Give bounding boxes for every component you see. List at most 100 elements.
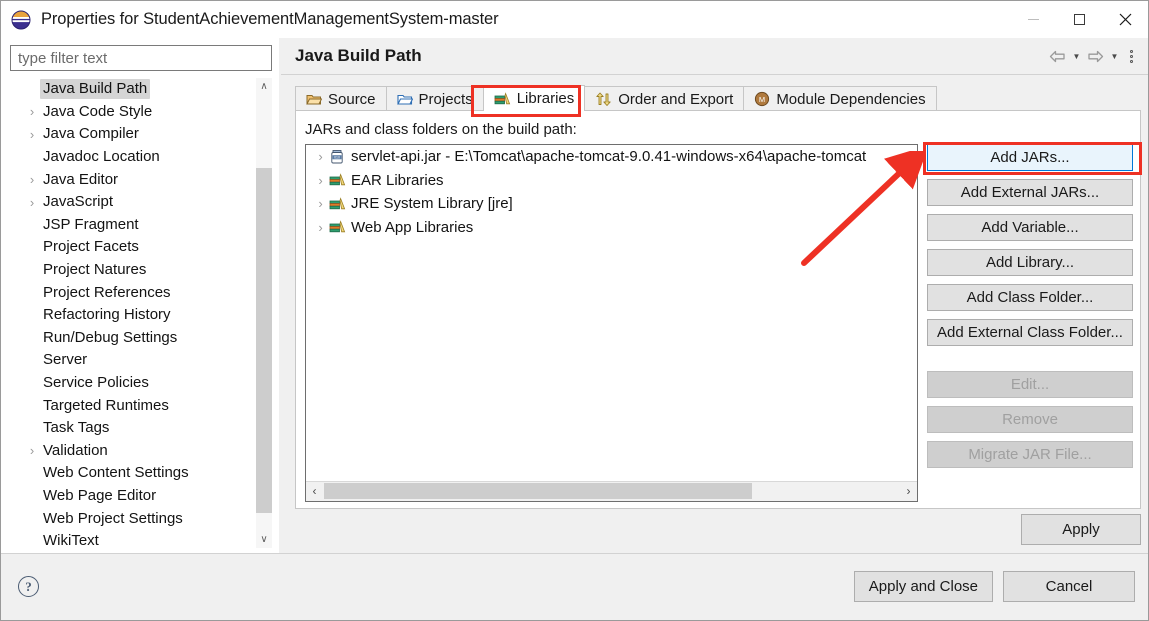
add-external-jars-button[interactable]: Add External JARs... (927, 179, 1133, 206)
tab-module-dependencies[interactable]: M Module Dependencies (743, 86, 937, 111)
sidebar-item-java-editor[interactable]: › Java Editor (10, 168, 272, 191)
library-action-buttons: Add JARs... Add External JARs... Add Varia… (927, 144, 1133, 476)
sidebar-item-task-tags[interactable]: Task Tags (10, 417, 272, 440)
chevron-right-icon[interactable]: › (24, 172, 40, 187)
scroll-up-arrow-icon[interactable]: ∧ (256, 78, 272, 95)
sidebar-item-java-compiler[interactable]: › Java Compiler (10, 123, 272, 146)
jar-list-horizontal-scrollbar[interactable]: ‹ › (306, 481, 917, 501)
sidebar-item-service-policies[interactable]: Service Policies (10, 372, 272, 395)
sidebar-item-label: Javadoc Location (43, 148, 160, 166)
library-books-icon (329, 196, 346, 212)
add-jars-button[interactable]: Add JARs... (927, 144, 1133, 171)
scrollbar-thumb[interactable] (256, 168, 272, 513)
chevron-right-icon[interactable]: › (312, 220, 329, 235)
chevron-right-icon[interactable]: › (24, 127, 40, 142)
sidebar-item-project-natures[interactable]: Project Natures (10, 259, 272, 282)
sidebar-item-javadoc-location[interactable]: Javadoc Location (10, 146, 272, 169)
jar-list-row[interactable]: › Web App Libraries (306, 216, 917, 240)
sidebar-item-java-build-path[interactable]: Java Build Path (10, 78, 272, 101)
jar-list-row[interactable]: › JRE System Library [jre] (306, 192, 917, 216)
sidebar-item-jsp-fragment[interactable]: JSP Fragment (10, 214, 272, 237)
page-pane: Java Build Path ▼ ▼ Source Projects Libr… (281, 38, 1148, 553)
sidebar-item-label: Web Page Editor (43, 486, 157, 504)
tab-label: Libraries (516, 90, 575, 107)
maximize-button[interactable] (1056, 1, 1102, 38)
sidebar-item-label: Java Build Path (40, 79, 151, 100)
forward-dropdown-caret-icon[interactable]: ▼ (1108, 48, 1121, 64)
sidebar-item-label: Project Facets (43, 238, 139, 256)
cancel-button[interactable]: Cancel (1003, 571, 1135, 602)
hscroll-thumb[interactable] (324, 483, 752, 499)
sidebar-item-run-debug-settings[interactable]: Run/Debug Settings (10, 327, 272, 350)
dialog-footer: ? Apply and Close Cancel (1, 553, 1148, 620)
chevron-right-icon[interactable]: › (24, 104, 40, 119)
sidebar-item-validation[interactable]: › Validation (10, 440, 272, 463)
sidebar-item-web-project-settings[interactable]: Web Project Settings (10, 507, 272, 530)
add-library-button[interactable]: Add Library... (927, 249, 1133, 276)
button-label: Add External JARs... (960, 184, 1100, 201)
apply-and-close-button[interactable]: Apply and Close (853, 571, 993, 602)
chevron-right-icon[interactable]: › (24, 443, 40, 458)
sidebar-item-web-content-settings[interactable]: Web Content Settings (10, 462, 272, 485)
apply-button[interactable]: Apply (1021, 514, 1141, 545)
sidebar-item-project-facets[interactable]: Project Facets (10, 236, 272, 259)
tab-projects[interactable]: Projects (385, 86, 484, 111)
sidebar-item-web-page-editor[interactable]: Web Page Editor (10, 485, 272, 508)
sidebar-item-label: Java Code Style (43, 102, 153, 120)
sidebar-item-java-code-style[interactable]: › Java Code Style (10, 101, 272, 124)
vertical-dots-menu-icon[interactable] (1124, 48, 1138, 64)
svg-text:010: 010 (334, 155, 340, 159)
header-divider (281, 74, 1148, 75)
tab-label: Source (328, 90, 376, 108)
page-title: Java Build Path (295, 46, 422, 65)
jar-list-row-label: JRE System Library [jre] (351, 195, 513, 213)
back-arrow-icon[interactable] (1048, 48, 1067, 64)
sidebar-item-wikitext[interactable]: WikiText (10, 530, 272, 548)
window-title: Properties for StudentAchievementManagem… (41, 10, 499, 28)
button-label: Edit... (1010, 376, 1050, 393)
filter-input[interactable] (10, 45, 272, 71)
hscroll-left-arrow-icon[interactable]: ‹ (306, 482, 323, 500)
jar-list-row[interactable]: › EAR Libraries (306, 169, 917, 193)
libraries-books-icon (494, 91, 511, 106)
sidebar-item-javascript[interactable]: › JavaScript (10, 191, 272, 214)
sidebar-item-project-references[interactable]: Project References (10, 281, 272, 304)
projects-folder-icon (396, 92, 413, 106)
chevron-right-icon[interactable]: › (24, 195, 40, 210)
add-variable-button[interactable]: Add Variable... (927, 214, 1133, 241)
migrate-jar-file-button: Migrate JAR File... (927, 441, 1133, 468)
jar-list-row[interactable]: › 010 servlet-api.jar - E:\Tomcat\apache-t… (306, 145, 917, 169)
sidebar-item-label: WikiText (43, 532, 99, 548)
sidebar-item-label: Java Compiler (43, 125, 139, 143)
tab-libraries[interactable]: Libraries (482, 85, 586, 111)
chevron-right-icon[interactable]: › (312, 149, 329, 164)
jar-list-row-label: Web App Libraries (351, 218, 474, 236)
sidebar-item-label: Web Content Settings (43, 464, 189, 482)
module-badge-icon: M (754, 91, 770, 107)
minimize-button[interactable] (1010, 1, 1056, 38)
add-external-class-folder-button[interactable]: Add External Class Folder... (927, 319, 1133, 346)
hscroll-right-arrow-icon[interactable]: › (900, 482, 917, 500)
sidebar-item-refactoring-history[interactable]: Refactoring History (10, 304, 272, 327)
sidebar-item-targeted-runtimes[interactable]: Targeted Runtimes (10, 394, 272, 417)
sidebar-item-label: Validation (43, 441, 108, 459)
tab-source[interactable]: Source (295, 86, 387, 111)
button-label: Add External Class Folder... (937, 324, 1123, 341)
help-question-icon[interactable]: ? (18, 576, 39, 597)
scroll-down-arrow-icon[interactable]: ∨ (256, 531, 272, 548)
sidebar-scrollbar[interactable]: ∧ ∨ (256, 78, 272, 548)
page-nav-controls: ▼ ▼ (1048, 48, 1138, 64)
close-button[interactable] (1102, 1, 1148, 38)
back-dropdown-caret-icon[interactable]: ▼ (1070, 48, 1083, 64)
chevron-right-icon[interactable]: › (312, 173, 329, 188)
sidebar-item-server[interactable]: Server (10, 349, 272, 372)
apply-row: Apply (295, 512, 1141, 550)
tab-order-and-export[interactable]: Order and Export (584, 86, 745, 111)
chevron-right-icon[interactable]: › (312, 196, 329, 211)
add-class-folder-button[interactable]: Add Class Folder... (927, 284, 1133, 311)
button-label: Remove (1002, 411, 1058, 428)
jar-list[interactable]: › 010 servlet-api.jar - E:\Tomcat\apache-t… (305, 144, 918, 502)
forward-arrow-icon[interactable] (1086, 48, 1105, 64)
sidebar-item-label: Server (43, 351, 88, 369)
settings-tree[interactable]: Java Build Path › Java Code Style › Java Com… (10, 78, 272, 548)
